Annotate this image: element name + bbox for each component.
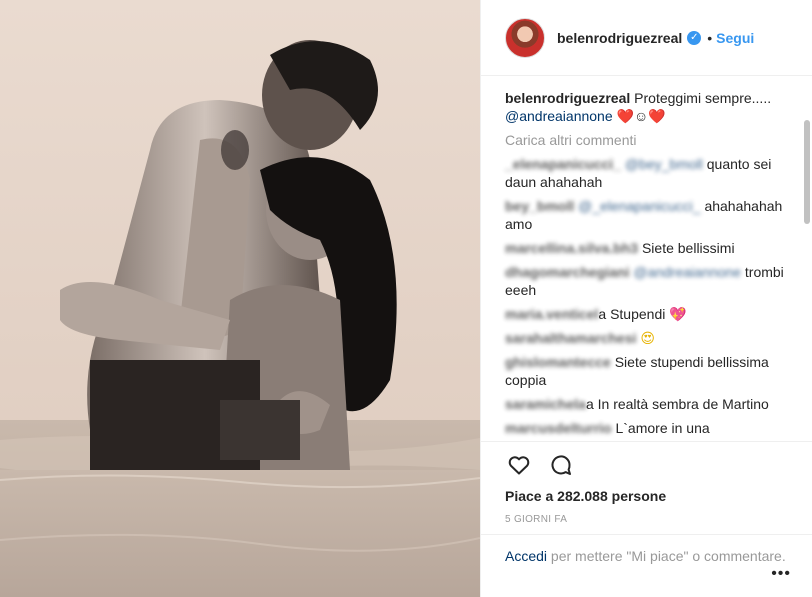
- comment-item: saramichelaa In realtà sembra de Martino: [505, 395, 789, 413]
- comment-item: marcellina.silva.bh3 Siete bellissimi: [505, 239, 789, 257]
- comment-mention[interactable]: @_elenapanicucci_: [578, 198, 700, 214]
- comment-mention[interactable]: @bey_bmoll: [625, 156, 703, 172]
- heart-eyes-emoji-icon: 😍: [640, 330, 656, 346]
- heart-emoji-icon: ❤️: [616, 108, 634, 124]
- likes-count[interactable]: Piace a 282.088 persone: [505, 488, 789, 504]
- speech-bubble-icon[interactable]: [547, 451, 575, 479]
- verified-badge-icon: ✓: [687, 30, 702, 45]
- comment-text: a Stupendi: [598, 306, 666, 322]
- comment-text: L`amore in una: [615, 420, 710, 436]
- caption-text: Proteggimi sempre.....: [634, 90, 772, 106]
- comment-user[interactable]: sarahalthamarchesi: [505, 330, 637, 346]
- post-side-panel: belenrodriguezreal ✓ • Segui belenrodrig…: [480, 0, 812, 597]
- comment-item: sarahalthamarchesi 😍: [505, 329, 789, 347]
- comment-text: a In realtà sembra de Martino: [585, 396, 769, 412]
- comment-user[interactable]: bey_bmoll: [505, 198, 574, 214]
- comment-item: marcusdelturrio L`amore in una: [505, 419, 789, 437]
- more-options-icon[interactable]: •••: [771, 565, 791, 583]
- caption: belenrodriguezreal Proteggimi sempre....…: [505, 89, 789, 125]
- load-more-comments-link[interactable]: Carica altri commenti: [505, 131, 789, 149]
- scrollbar-thumb[interactable]: [804, 120, 810, 224]
- comment-item: _elenapanicucci_ @bey_bmoll quanto sei d…: [505, 155, 789, 191]
- comment-text: Siete bellissimi: [641, 240, 735, 256]
- post-photo[interactable]: [0, 0, 480, 597]
- username[interactable]: belenrodriguezreal: [557, 30, 682, 46]
- login-link[interactable]: Accedi: [505, 548, 547, 564]
- login-prompt: Accedi per mettere "Mi piace" o commenta…: [481, 534, 812, 597]
- comment-item: dhagomarchegiani @andreaiannone trombi e…: [505, 263, 789, 299]
- comment-user[interactable]: marcusdelturrio: [505, 420, 612, 436]
- smile-emoji-icon: ☺: [633, 108, 649, 124]
- comment-user[interactable]: marcellina.silva.bh3: [505, 240, 638, 256]
- comment-user[interactable]: ghislomantecce: [505, 354, 611, 370]
- follow-button[interactable]: Segui: [716, 30, 754, 46]
- action-icons: [505, 442, 789, 488]
- heart-emoji-icon: ❤️: [648, 108, 666, 124]
- comment-item: ghislomantecce Siete stupendi bellissima…: [505, 353, 789, 389]
- comments-list[interactable]: belenrodriguezreal Proteggimi sempre....…: [481, 77, 812, 441]
- separator-dot: •: [707, 29, 713, 46]
- avatar[interactable]: [505, 17, 545, 58]
- login-prompt-text: per mettere "Mi piace" o commentare.: [550, 548, 786, 564]
- caption-mention[interactable]: @andreaiannone: [505, 108, 613, 124]
- heart-outline-icon[interactable]: [505, 451, 533, 479]
- comment-item: maria.venticela Stupendi 💖: [505, 305, 789, 323]
- comment-user[interactable]: dhagomarchegiani: [505, 264, 629, 280]
- comment-item: bey_bmoll @_elenapanicucci_ ahahahahah a…: [505, 197, 789, 233]
- post-actions: Piace a 282.088 persone 5 GIORNI FA Acce…: [481, 441, 812, 597]
- comment-mention[interactable]: @andreaiannone: [633, 264, 741, 280]
- post-header: belenrodriguezreal ✓ • Segui: [481, 0, 812, 76]
- comment-user[interactable]: saramichela: [505, 396, 586, 412]
- comment-user[interactable]: _elenapanicucci_: [505, 156, 621, 172]
- sparkling-heart-emoji-icon: 💖: [669, 306, 687, 322]
- caption-author[interactable]: belenrodriguezreal: [505, 90, 630, 106]
- post-timestamp[interactable]: 5 GIORNI FA: [505, 514, 789, 525]
- comment-user[interactable]: maria.venticel: [505, 306, 598, 322]
- couple-photo-illustration: [0, 0, 480, 597]
